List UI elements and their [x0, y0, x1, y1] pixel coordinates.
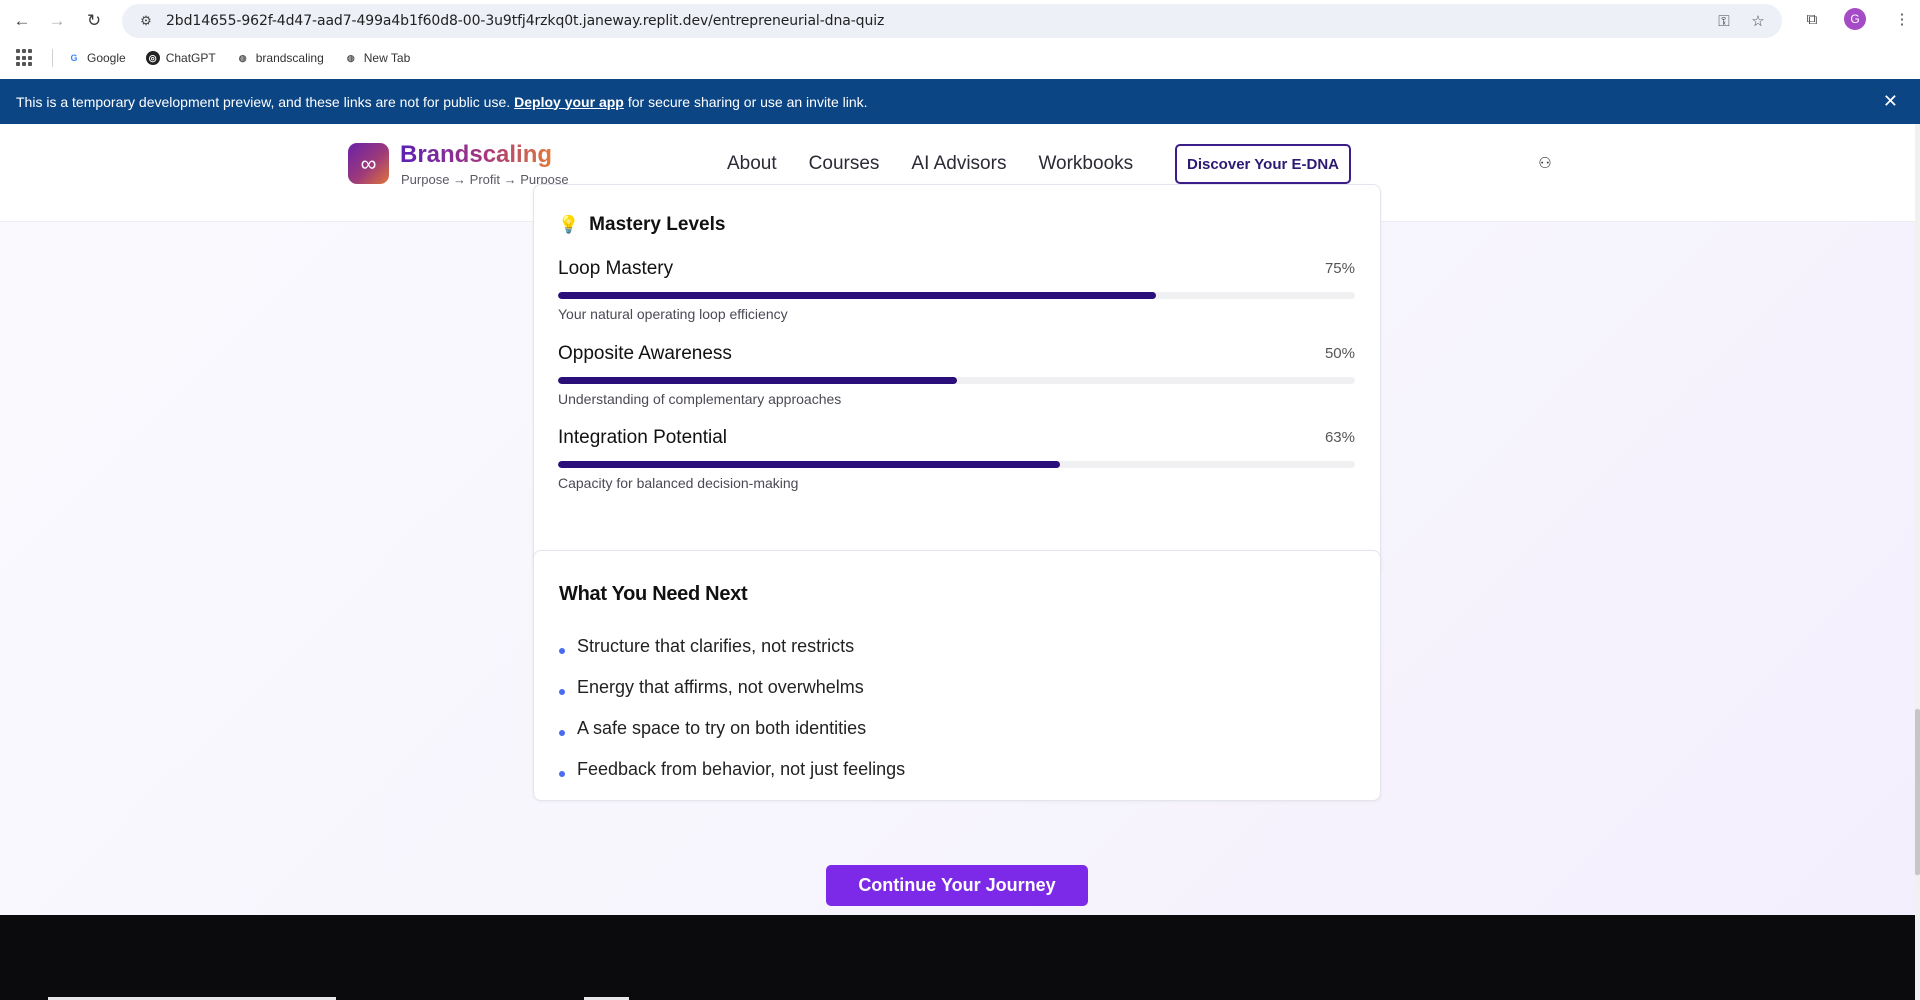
next-list: Structure that clarifies, not restricts …: [559, 626, 905, 790]
list-item-text: Energy that affirms, not overwhelms: [577, 677, 864, 697]
bookmark-label: New Tab: [363, 51, 411, 65]
bullet-icon: [559, 688, 565, 695]
bookmarks-bar: G Google ◎ ChatGPT ◍ brandscaling ◍ New …: [0, 41, 1920, 75]
progress-track: [558, 461, 1355, 468]
infinity-logo-icon[interactable]: ∞: [348, 143, 389, 184]
bullet-icon: [559, 647, 565, 654]
level-name: Integration Potential: [558, 427, 728, 448]
nav-about[interactable]: About: [727, 153, 777, 175]
level-description: Understanding of complementary approache…: [558, 391, 842, 407]
extensions-icon[interactable]: ⧉: [1802, 9, 1822, 29]
bookmark-new-tab[interactable]: ◍ New Tab: [344, 51, 410, 65]
brand-name[interactable]: Brandscaling: [400, 141, 552, 169]
banner-text: This is a temporary development preview,…: [16, 93, 511, 110]
close-icon[interactable]: ✕: [1883, 91, 1898, 112]
lightbulb-icon: 💡: [558, 215, 580, 234]
bookmark-chatgpt[interactable]: ◎ ChatGPT: [145, 51, 216, 65]
main-nav: About Courses AI Advisors Workbooks: [727, 153, 1133, 175]
globe-icon: ◍: [346, 52, 355, 63]
globe-icon: ◍: [238, 52, 247, 63]
continue-journey-button[interactable]: Continue Your Journey: [826, 865, 1088, 906]
menu-icon[interactable]: ⋮: [1892, 9, 1912, 29]
scrollbar[interactable]: [1915, 124, 1920, 1000]
bookmark-star-icon[interactable]: ☆: [1748, 11, 1768, 31]
bookmarks-divider: [52, 49, 53, 67]
user-icon[interactable]: ⚇: [1536, 154, 1554, 172]
level-description: Your natural operating loop efficiency: [558, 306, 788, 322]
address-bar[interactable]: ⚙ 2bd14655-962f-4d47-aad7-499a4b1f60d8-0…: [122, 4, 1782, 38]
level-name: Opposite Awareness: [558, 343, 732, 364]
bookmark-label: ChatGPT: [165, 51, 216, 65]
next-steps-card: What You Need Next Structure that clarif…: [533, 550, 1381, 801]
chatgpt-icon: ◎: [145, 51, 160, 65]
list-item: Energy that affirms, not overwhelms: [559, 667, 905, 708]
next-title: What You Need Next: [559, 583, 748, 605]
bookmark-label: Google: [87, 51, 126, 65]
level-description: Capacity for balanced decision-making: [558, 475, 799, 491]
level-percent: 50%: [1324, 345, 1355, 362]
progress-fill: [558, 292, 1156, 299]
list-item: A safe space to try on both identities: [559, 708, 905, 749]
bookmark-label: brandscaling: [255, 51, 324, 65]
google-icon: G: [70, 53, 78, 63]
bullet-icon: [559, 770, 565, 777]
progress-fill: [558, 377, 957, 384]
site-footer: [0, 915, 1915, 1000]
nav-courses[interactable]: Courses: [809, 153, 880, 175]
page-content: ∞ Brandscaling Purpose → Profit → Purpos…: [0, 124, 1920, 1000]
password-key-icon[interactable]: ⚿: [1714, 11, 1734, 31]
bookmark-brandscaling[interactable]: ◍ brandscaling: [236, 51, 324, 65]
level-percent: 63%: [1324, 429, 1355, 446]
banner-text-after: for secure sharing or use an invite link…: [627, 93, 868, 110]
browser-toolbar: ← → ↻ ⚙ 2bd14655-962f-4d47-aad7-499a4b1f…: [0, 0, 1920, 41]
list-item-text: Structure that clarifies, not restricts: [577, 636, 855, 656]
progress-track: [558, 377, 1355, 384]
progress-track: [558, 292, 1355, 299]
mastery-title-text: Mastery Levels: [589, 214, 726, 235]
apps-grid-icon[interactable]: [16, 49, 34, 67]
forward-icon[interactable]: →: [45, 9, 69, 33]
discover-edna-button[interactable]: Discover Your E-DNA: [1175, 144, 1351, 184]
bookmark-google[interactable]: G Google: [67, 51, 126, 65]
list-item-text: Feedback from behavior, not just feeling…: [577, 759, 906, 779]
site-settings-icon[interactable]: ⚙: [136, 11, 156, 31]
nav-ai-advisors[interactable]: AI Advisors: [911, 153, 1006, 175]
mastery-heading: 💡 Mastery Levels: [558, 214, 725, 236]
profile-avatar[interactable]: G: [1844, 8, 1866, 30]
bullet-icon: [559, 729, 565, 736]
progress-fill: [558, 461, 1061, 468]
back-icon[interactable]: ←: [10, 9, 34, 33]
list-item-text: A safe space to try on both identities: [577, 718, 867, 738]
deploy-app-link[interactable]: Deploy your app: [514, 94, 624, 110]
reload-icon[interactable]: ↻: [82, 9, 106, 33]
list-item: Structure that clarifies, not restricts: [559, 626, 905, 667]
level-percent: 75%: [1324, 260, 1355, 277]
level-name: Loop Mastery: [558, 258, 674, 279]
list-item: Feedback from behavior, not just feeling…: [559, 749, 905, 790]
dev-preview-banner: This is a temporary development preview,…: [0, 79, 1920, 124]
url-text[interactable]: 2bd14655-962f-4d47-aad7-499a4b1f60d8-00-…: [166, 13, 884, 29]
nav-workbooks[interactable]: Workbooks: [1038, 153, 1133, 175]
scrollbar-thumb[interactable]: [1915, 709, 1920, 875]
